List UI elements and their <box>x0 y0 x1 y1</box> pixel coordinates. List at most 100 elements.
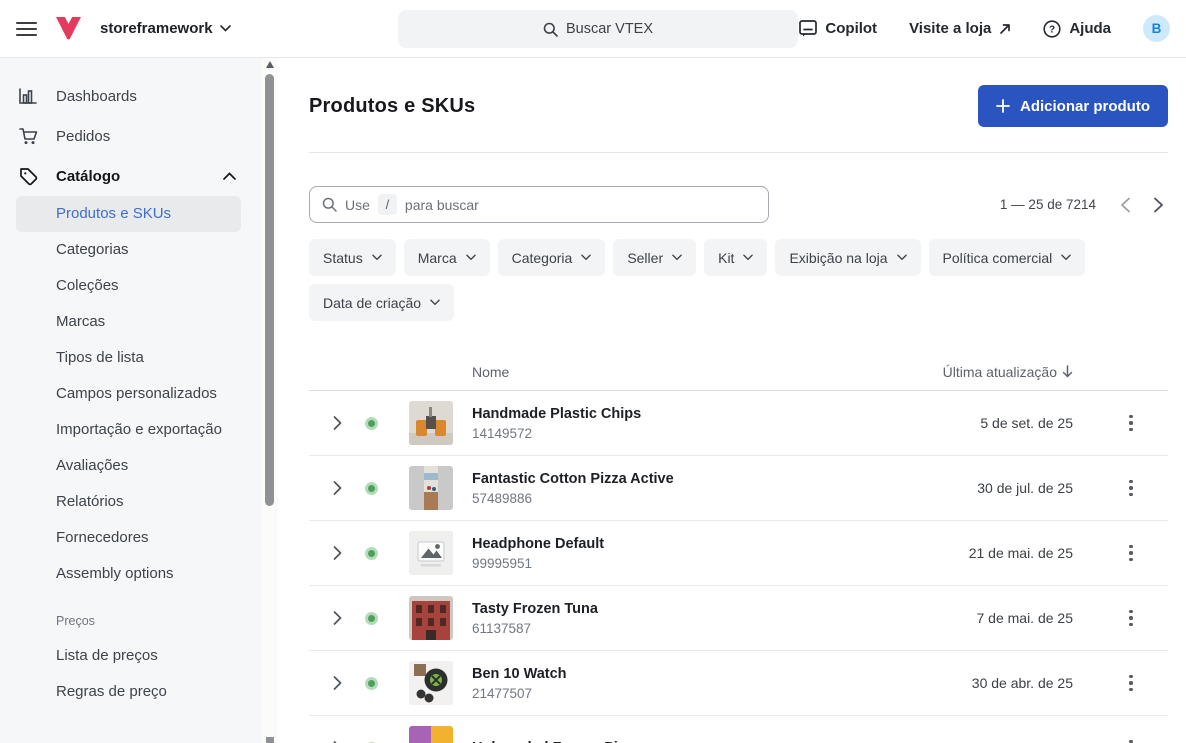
slash-key-badge: / <box>378 194 397 215</box>
account-switcher[interactable]: storeframework <box>100 20 231 37</box>
chevron-down-icon <box>372 254 382 261</box>
expand-row-button[interactable] <box>327 410 348 436</box>
product-id: 99995951 <box>472 556 969 571</box>
filter-chip[interactable]: Exibição na loja <box>775 239 920 276</box>
user-avatar[interactable]: B <box>1143 15 1170 42</box>
filter-chip[interactable]: Seller <box>613 239 696 276</box>
filter-chip[interactable]: Data de criação <box>309 284 454 321</box>
sidebar-subitem[interactable]: Relatórios <box>16 484 241 520</box>
last-updated-date: 5 de set. de 25 <box>980 415 1094 431</box>
filter-chip[interactable]: Política comercial <box>929 239 1086 276</box>
row-actions-menu-button[interactable] <box>1123 604 1139 633</box>
sidebar-subitem[interactable]: Produtos e SKUs <box>16 196 241 232</box>
expand-row-button[interactable] <box>327 540 348 566</box>
previous-page-button[interactable] <box>1116 193 1135 217</box>
chevron-down-icon <box>581 254 591 261</box>
chevron-down-icon <box>430 299 440 306</box>
sidebar-item-label: Catálogo <box>56 168 120 185</box>
expand-row-button[interactable] <box>327 475 348 501</box>
product-id: 21477507 <box>472 686 972 701</box>
sidebar-subitem[interactable]: Lista de preços <box>16 638 241 674</box>
bar-chart-icon <box>18 88 38 104</box>
global-search-label: Buscar VTEX <box>566 21 653 37</box>
table-body: Handmade Plastic Chips 14149572 5 de set… <box>309 391 1168 743</box>
sidebar-section-label: Preços <box>0 592 262 638</box>
filter-chip-label: Marca <box>418 250 457 266</box>
product-id: 61137587 <box>472 621 976 636</box>
product-name[interactable]: Headphone Default <box>472 536 969 552</box>
page-title: Produtos e SKUs <box>309 95 475 118</box>
sidebar-subitem[interactable]: Regras de preço <box>16 674 241 710</box>
sidebar-subitem[interactable]: Marcas <box>16 304 241 340</box>
product-search-input[interactable]: Use / para buscar <box>309 186 769 223</box>
sidebar-subitem[interactable]: Campos personalizados <box>16 376 241 412</box>
row-actions-menu-button[interactable] <box>1123 539 1139 568</box>
row-actions-menu-button[interactable] <box>1123 474 1139 503</box>
product-name[interactable]: Ben 10 Watch <box>472 666 972 682</box>
product-name[interactable]: Tasty Frozen Tuna <box>472 601 976 617</box>
catalog-submenu: Produtos e SKUsCategoriasColeçõesMarcasT… <box>0 196 262 592</box>
expand-row-button[interactable] <box>327 605 348 631</box>
sidebar-subitem[interactable]: Categorias <box>16 232 241 268</box>
column-header-updated[interactable]: Última atualização <box>943 364 1094 380</box>
global-search-button[interactable]: Buscar VTEX <box>398 10 798 48</box>
next-page-button[interactable] <box>1149 193 1168 217</box>
filter-chip[interactable]: Kit <box>704 239 767 276</box>
filter-chip-label: Categoria <box>512 250 573 266</box>
hamburger-menu-button[interactable] <box>16 21 37 37</box>
sidebar-item-catalogo[interactable]: Catálogo <box>0 156 262 196</box>
table-row: Headphone Default 99995951 21 de mai. de… <box>309 521 1168 586</box>
filter-chip[interactable]: Categoria <box>498 239 606 276</box>
table-row: Tasty Frozen Tuna 61137587 7 de mai. de … <box>309 586 1168 651</box>
copilot-chat-icon <box>799 20 817 37</box>
help-button[interactable]: ? Ajuda <box>1043 20 1111 38</box>
svg-text:?: ? <box>1049 24 1055 35</box>
chevron-down-icon <box>743 254 753 261</box>
product-name[interactable]: Fantastic Cotton Pizza Active <box>472 471 977 487</box>
sidebar-item-pedidos[interactable]: Pedidos <box>0 116 262 156</box>
sidebar-subitem[interactable]: Importação e exportação <box>16 412 241 448</box>
status-active-badge <box>365 677 378 690</box>
scrollbar-thumb[interactable] <box>265 74 274 506</box>
copilot-label: Copilot <box>825 20 877 37</box>
product-name[interactable]: Handmade Plastic Chips <box>472 406 980 422</box>
hamburger-icon <box>16 21 37 37</box>
column-header-name[interactable]: Nome <box>472 364 943 380</box>
filter-chip[interactable]: Marca <box>404 239 490 276</box>
sidebar: Dashboards Pedidos Catálogo <box>0 58 262 743</box>
visit-store-link[interactable]: Visite a loja <box>909 20 1011 37</box>
products-table: Nome Última atualização Handmade Plastic… <box>309 353 1168 743</box>
chevron-left-icon <box>1120 197 1131 213</box>
status-active-badge <box>365 482 378 495</box>
expand-row-button[interactable] <box>327 670 348 696</box>
filter-chip-label: Status <box>323 250 363 266</box>
row-actions-menu-button[interactable] <box>1123 409 1139 438</box>
product-thumbnail <box>409 401 453 445</box>
sidebar-item-dashboards[interactable]: Dashboards <box>0 76 262 116</box>
sidebar-subitem[interactable]: Avaliações <box>16 448 241 484</box>
filter-chip-label: Política comercial <box>943 250 1053 266</box>
row-actions-menu-button[interactable] <box>1123 669 1139 698</box>
add-product-button[interactable]: Adicionar produto <box>978 85 1168 127</box>
row-actions-menu-button[interactable] <box>1123 734 1139 743</box>
vtex-logo-icon <box>55 16 82 41</box>
product-id: 57489886 <box>472 491 977 506</box>
sidebar-subitem[interactable]: Fornecedores <box>16 520 241 556</box>
filter-chip-label: Seller <box>627 250 663 266</box>
chevron-right-icon <box>333 416 342 430</box>
chevron-up-icon <box>223 172 236 180</box>
avatar-initial: B <box>1152 21 1162 36</box>
sidebar-subitem[interactable]: Assembly options <box>16 556 241 592</box>
filter-chip-label: Exibição na loja <box>789 250 887 266</box>
sidebar-scrollbar[interactable] <box>262 58 278 743</box>
scrollbar-up-arrow-icon[interactable] <box>266 61 274 68</box>
sidebar-subitem[interactable]: Coleções <box>16 268 241 304</box>
copilot-button[interactable]: Copilot <box>799 20 877 37</box>
scrollbar-down-arrow-icon[interactable] <box>266 737 274 743</box>
expand-row-button[interactable] <box>327 735 348 743</box>
status-active-badge <box>365 417 378 430</box>
filter-chip[interactable]: Status <box>309 239 396 276</box>
sidebar-item-label: Pedidos <box>56 128 110 145</box>
sidebar-subitem[interactable]: Tipos de lista <box>16 340 241 376</box>
chevron-down-icon <box>466 254 476 261</box>
